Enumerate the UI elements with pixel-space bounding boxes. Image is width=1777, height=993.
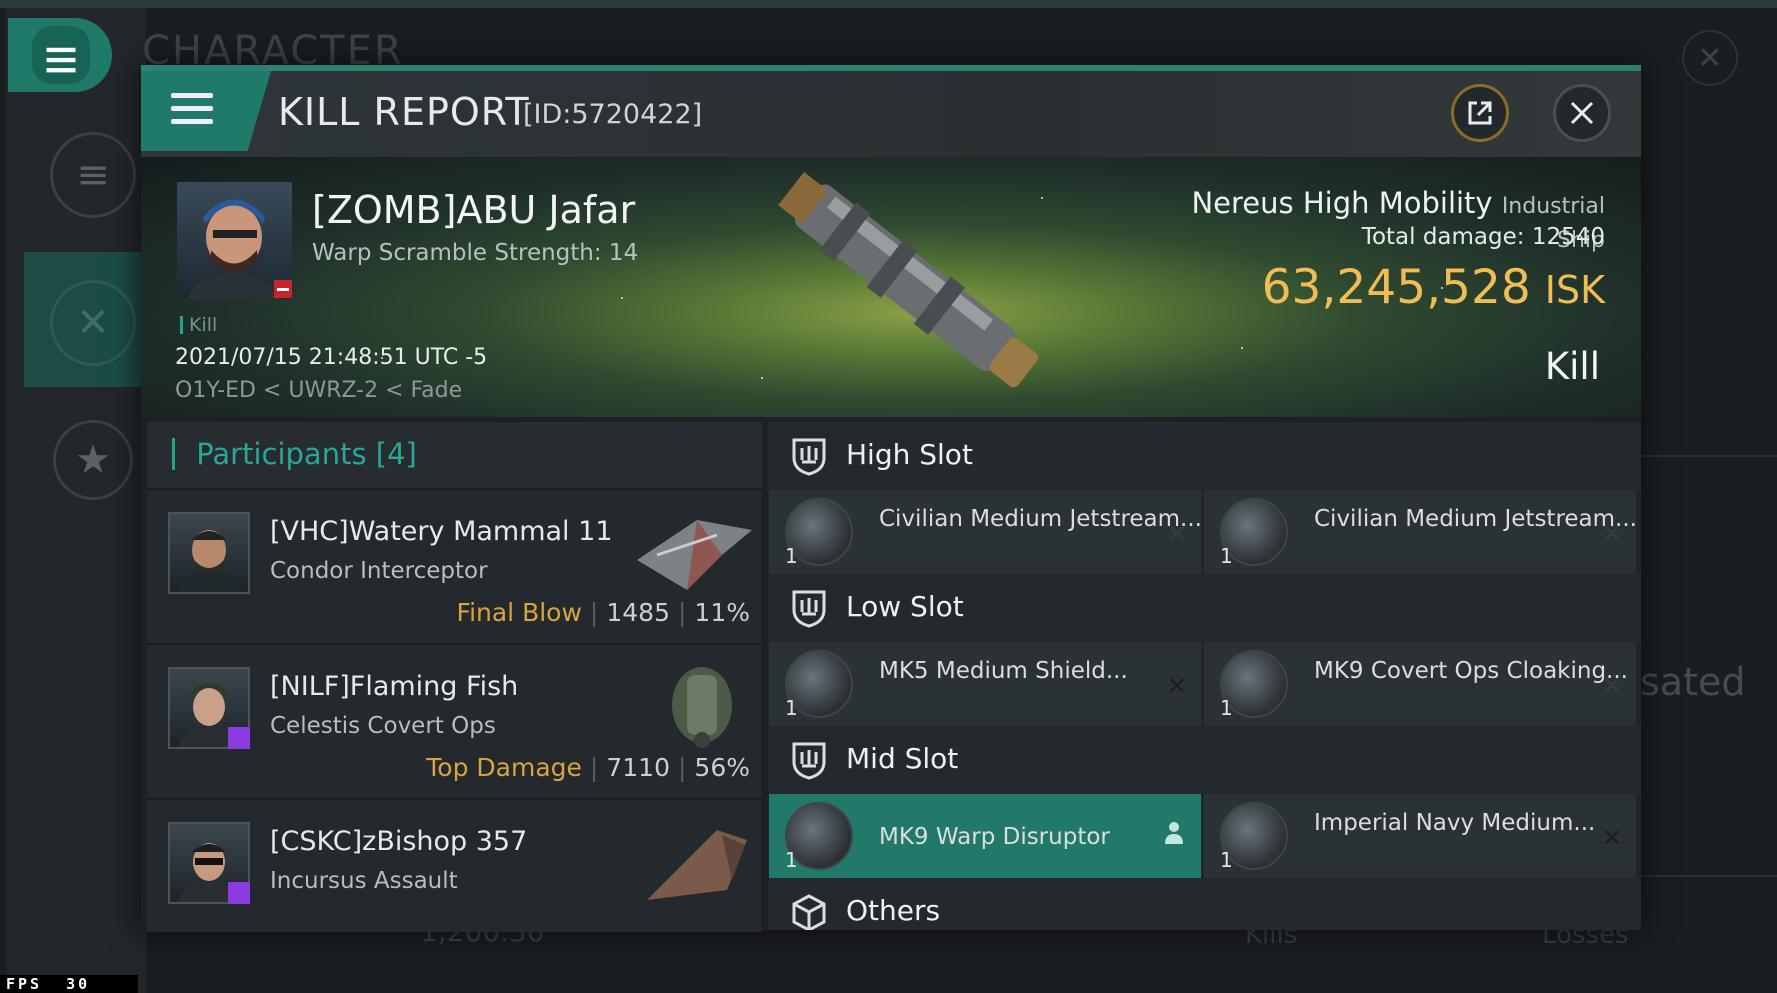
slot-title: Low Slot	[846, 590, 964, 623]
person-icon	[1165, 822, 1183, 844]
external-link-icon	[1468, 101, 1492, 125]
high-slot-icon	[792, 438, 826, 476]
victim-name[interactable]: [ZOMB]ABU Jafar	[312, 188, 635, 232]
kill-date: 2021/07/15 21:48:51 UTC -5	[175, 345, 488, 370]
participant-badge-icon	[228, 882, 250, 904]
participant-name: [VHC]Watery Mammal 11	[270, 516, 613, 547]
share-button[interactable]	[1451, 84, 1509, 142]
participant-blow-label: Top Damage	[426, 753, 582, 782]
module-quantity: 1	[1220, 696, 1233, 720]
participant-percent: 56%	[694, 753, 750, 782]
participant-avatar	[168, 667, 250, 749]
participants-title: Participants [4]	[172, 437, 417, 471]
module-quantity: 1	[785, 848, 798, 872]
high-slot-header: High Slot	[768, 422, 1641, 490]
mid-slot-icon	[792, 742, 826, 780]
kill-id: [ID:5720422]	[523, 99, 703, 130]
top-bar	[0, 0, 1777, 8]
participant-percent: 11%	[694, 598, 750, 627]
participants-count: [4]	[375, 437, 417, 471]
participant-stats: Top Damage | 7110 | 56%	[426, 753, 750, 782]
destroyed-x-icon: ✕	[1601, 824, 1622, 852]
kill-tag: Kill	[180, 314, 217, 336]
isk-value-line: 63,245,528 ISK	[1157, 260, 1605, 315]
participant-row[interactable]: [NILF]Flaming Fish Celestis Covert Ops T…	[147, 643, 762, 800]
module-quantity: 1	[1220, 848, 1233, 872]
participant-avatar	[168, 822, 250, 904]
participant-name: [NILF]Flaming Fish	[270, 671, 519, 702]
background-text: sated	[1640, 660, 1746, 704]
module-quantity: 1	[785, 544, 798, 568]
divider	[1640, 455, 1777, 457]
participant-damage: 1485	[606, 598, 670, 627]
module-name: MK5 Medium Shield...	[879, 658, 1128, 684]
participant-row[interactable]: [CSKC]zBishop 357 Incursus Assault	[147, 798, 762, 932]
participant-ship: Celestis Covert Ops	[270, 713, 496, 739]
module-name: Imperial Navy Medium...	[1314, 810, 1596, 836]
main-menu-button[interactable]	[8, 18, 112, 92]
module-item[interactable]: 1 MK5 Medium Shield... ✕	[769, 642, 1201, 726]
participant-stats: Final Blow | 1485 | 11%	[456, 598, 750, 627]
close-icon	[1570, 101, 1594, 125]
slot-title: Others	[846, 894, 941, 927]
participants-label: Participants	[196, 437, 367, 471]
fps-label: FPS	[6, 975, 43, 993]
result-label: Kill	[1544, 345, 1600, 388]
menu-icon	[32, 26, 90, 84]
others-header: Others	[768, 878, 1641, 930]
ship-thumbnail-icon	[647, 830, 747, 900]
fps-counter: FPS 30	[0, 975, 138, 993]
divider	[1640, 875, 1777, 877]
module-item[interactable]: 1 Civilian Medium Jetstream... ✕	[1204, 490, 1637, 574]
isk-value: 63,245,528	[1261, 260, 1531, 315]
participant-row[interactable]: [VHC]Watery Mammal 11 Condor Interceptor…	[147, 488, 762, 645]
participant-name: [CSKC]zBishop 357	[270, 826, 528, 857]
module-item[interactable]: 1 Imperial Navy Medium... ✕	[1204, 794, 1636, 878]
slot-title: Mid Slot	[846, 742, 959, 775]
low-slot-header: Low Slot	[768, 574, 1641, 642]
module-quantity: 1	[1220, 544, 1233, 568]
low-slot-icon	[792, 590, 826, 628]
module-item-selected[interactable]: 1 MK9 Warp Disruptor	[769, 794, 1201, 878]
participant-ship: Incursus Assault	[270, 868, 458, 894]
participant-ship: Condor Interceptor	[270, 558, 488, 584]
module-name: Civilian Medium Jetstream...	[879, 506, 1202, 532]
module-quantity: 1	[785, 696, 798, 720]
module-name: Civilian Medium Jetstream...	[1314, 506, 1637, 532]
sidebar-list-icon[interactable]: ≡	[50, 132, 136, 218]
fps-value: 30	[66, 975, 91, 993]
close-button[interactable]	[1553, 84, 1611, 142]
warp-scramble-strength: Warp Scramble Strength: 14	[312, 240, 639, 266]
module-name: MK9 Warp Disruptor	[879, 824, 1110, 850]
background-close-icon[interactable]: ✕	[1682, 30, 1738, 86]
participant-badge-icon	[228, 727, 250, 749]
module-item[interactable]: 1 MK9 Covert Ops Cloaking... ✕	[1204, 642, 1636, 726]
destroyed-x-icon: ✕	[1601, 672, 1622, 700]
destroyed-x-icon: ✕	[1166, 672, 1187, 700]
box-icon	[792, 894, 826, 930]
slot-title: High Slot	[846, 438, 973, 471]
standing-flag-icon	[274, 280, 292, 298]
destroyed-x-icon: ✕	[1601, 520, 1622, 548]
menu-icon	[171, 93, 213, 132]
victim-ship-image	[778, 171, 1039, 388]
mid-slot-header: Mid Slot	[768, 726, 1641, 794]
kill-location[interactable]: O1Y-ED < UWRZ-2 < Fade	[175, 378, 462, 403]
module-item[interactable]: 1 Civilian Medium Jetstream... ✕	[769, 490, 1202, 574]
total-damage: Total damage: 12540	[1157, 224, 1605, 250]
panel-title: KILL REPORT	[278, 90, 530, 134]
star-icon[interactable]: ★	[53, 420, 133, 500]
ship-thumbnail-icon	[672, 667, 732, 748]
participant-damage: 7110	[606, 753, 670, 782]
participant-avatar	[168, 512, 250, 594]
crossed-swords-icon[interactable]: ✕	[50, 280, 136, 366]
total-damage-label: Total damage:	[1361, 224, 1525, 250]
ship-name[interactable]: Nereus High Mobility	[1191, 186, 1492, 220]
participant-blow-label: Final Blow	[456, 598, 582, 627]
total-damage-value: 12540	[1531, 224, 1605, 250]
isk-unit: ISK	[1544, 268, 1605, 312]
module-name: MK9 Covert Ops Cloaking...	[1314, 658, 1628, 684]
destroyed-x-icon: ✕	[1166, 520, 1187, 548]
ship-thumbnail-icon	[637, 520, 752, 590]
